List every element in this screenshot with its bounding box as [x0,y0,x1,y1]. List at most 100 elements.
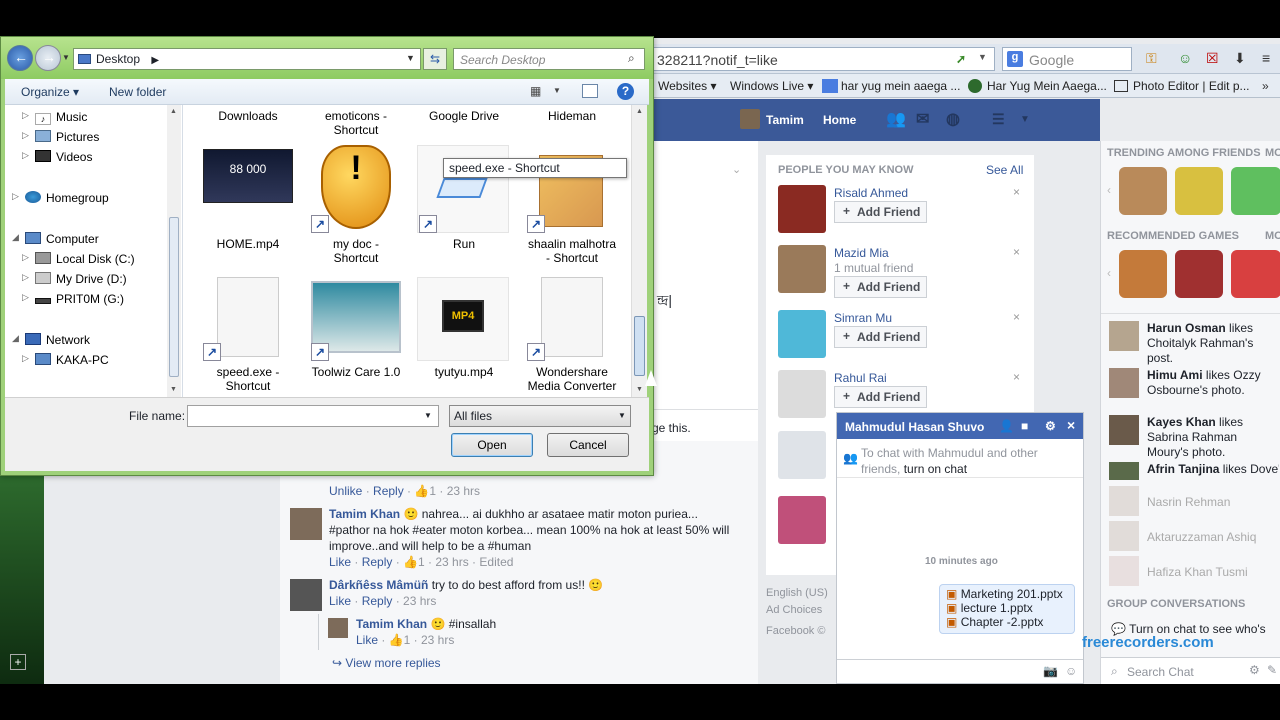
camera-icon[interactable]: 📷 [1043,664,1058,678]
avatar[interactable] [290,579,322,611]
expand-arrow-icon[interactable]: ▷ [12,191,19,202]
person-name[interactable]: Mazid Mia [834,246,889,260]
address-path[interactable]: Desktop ▶ ▼ [73,48,421,70]
trending-more[interactable]: MO [1265,147,1280,159]
path-segment[interactable]: Desktop [96,52,140,66]
expand-arrow-icon[interactable]: ▷ [22,272,29,283]
emoji-icon[interactable]: ☺ [1065,664,1077,678]
trending-game-thumb[interactable] [1175,167,1223,215]
collapse-arrow-icon[interactable]: ◢ [12,333,19,344]
fav-har-yug-1[interactable]: har yug mein aaega ... [841,79,960,93]
organize-button[interactable]: Organize ▾ [21,85,79,99]
recommended-game-thumb[interactable] [1119,250,1167,298]
new-folder-button[interactable]: New folder [109,85,166,99]
ticker-item[interactable]: Afrin Tanjina likes Dove's [1109,462,1279,480]
scroll-down-icon[interactable]: ▼ [636,386,643,393]
attachment-item[interactable]: ▣ lecture 1.pptx [946,601,1068,615]
help-icon[interactable]: ? [617,83,634,100]
chat-input[interactable]: 📷 ☺ [837,659,1083,683]
reply-link[interactable]: Reply [362,594,393,608]
tree-item-pictures[interactable]: ▷ Pictures [22,130,99,144]
chevron-down-icon[interactable]: ▼ [1020,114,1030,125]
add-friend-button[interactable]: Add Friend [834,386,928,408]
url-bar[interactable]: 328211?notif_t=like [650,47,995,71]
close-icon[interactable]: × [1013,310,1020,324]
search-chat-bar[interactable]: ⌕ Search Chat ⚙ ✎ [1101,657,1280,684]
chevron-left-icon[interactable]: ‹ [1107,183,1111,197]
ticker-name[interactable]: Harun Osman [1147,321,1226,335]
expand-arrow-icon[interactable]: ▷ [22,130,29,141]
ticker-name[interactable]: Kayes Khan [1147,415,1216,429]
preview-pane-icon[interactable] [582,84,598,98]
view-dropdown-icon[interactable]: ▼ [553,86,561,95]
gear-icon[interactable]: ⚙ [1045,419,1056,433]
games-more[interactable]: MO [1265,230,1280,242]
path-dropdown-icon[interactable]: ▼ [406,53,415,63]
person-name[interactable]: Rahul Rai [834,371,887,385]
scroll-up-icon[interactable]: ▲ [636,108,643,115]
add-friend-button[interactable]: Add Friend [834,201,928,223]
file-item-emoticons[interactable]: emoticons - Shortcut [301,109,411,137]
file-item-google-drive[interactable]: Google Drive [409,109,519,123]
go-icon[interactable]: ➚ [956,52,966,66]
ticker-name[interactable]: Himu Ami [1147,368,1203,382]
google-search-box[interactable]: g Google [1002,47,1132,71]
user-icon[interactable]: ☺ [1178,50,1192,66]
comment-author[interactable]: Tamim Khan [329,507,400,521]
fav-websites[interactable]: Websites ▾ [658,79,717,93]
gear-icon[interactable]: ⚙ [1249,663,1260,677]
file-item-wondershare[interactable]: ↗ Wondershare Media Converter [517,277,627,397]
avatar[interactable] [740,109,760,129]
tree-item-videos[interactable]: ▷ Videos [22,150,92,164]
refresh-icon[interactable]: ⇆ [423,48,447,70]
tree-item-local-disk[interactable]: ▷ Local Disk (C:) [22,252,135,266]
ticker-item[interactable]: Himu Ami likes Ozzy Osbourne's photo. [1109,368,1279,400]
close-icon[interactable]: × [1013,185,1020,199]
ticker-name[interactable]: Afrin Tanjina [1147,462,1219,476]
close-icon[interactable]: × [1013,245,1020,259]
person-name[interactable]: Simran Mu [834,311,892,325]
add-friend-icon[interactable]: 👤 [999,419,1014,433]
tree-item-music[interactable]: ▷ ♪ Music [22,110,87,125]
video-icon[interactable]: ■ [1021,419,1028,433]
turn-on-chat-link[interactable]: turn on chat [904,462,967,476]
attachment-item[interactable]: ▣ Marketing 201.pptx [946,587,1068,601]
url-dropdown-icon[interactable]: ▼ [978,52,987,62]
chevron-left-icon[interactable]: ‹ [1107,266,1111,280]
menu-icon[interactable]: ≡ [1262,50,1270,66]
file-item-tyutyu-mp4[interactable]: MP4 tyutyu.mp4 [409,277,519,397]
avatar[interactable] [778,310,826,358]
scroll-up-icon[interactable]: ▲ [170,108,177,115]
dropdown-arrow-icon[interactable]: ▼ [424,411,432,420]
footer-language[interactable]: English (US) [766,585,836,602]
file-item-home-mp4[interactable]: 88 000 HOME.mp4 [193,145,303,265]
like-link[interactable]: Like [356,633,378,647]
online-friend[interactable]: Hafiza Khan Tusmi [1147,565,1248,579]
friend-requests-icon[interactable]: 👥 [886,109,906,129]
expand-arrow-icon[interactable]: ▷ [22,353,29,364]
like-link[interactable]: Like [329,555,351,569]
add-friend-button[interactable]: Add Friend [834,326,928,348]
nav-scrollbar[interactable]: ▲ ▼ [167,105,181,397]
online-friend[interactable]: Aktaruzzaman Ashiq [1147,530,1256,544]
scroll-thumb[interactable] [169,217,179,377]
profile-link[interactable]: Tamim [766,113,804,127]
chevron-right-icon[interactable]: ▶ [151,55,159,66]
fav-windows-live[interactable]: Windows Live ▾ [730,79,813,93]
recent-pages-icon[interactable]: ▼ [62,53,70,62]
see-all-link[interactable]: See All [986,163,1023,177]
avatar[interactable] [778,496,826,544]
like-link[interactable]: Like [329,594,351,608]
attachment-item[interactable]: ▣ Chapter -2.pptx [946,615,1068,629]
trending-game-thumb[interactable] [1119,167,1167,215]
add-friend-button[interactable]: Add Friend [834,276,928,298]
file-item-speed-exe[interactable]: ↗ speed.exe - Shortcut [193,277,303,397]
file-item-toolwiz[interactable]: ↗ Toolwiz Care 1.0 [301,277,411,397]
avatar[interactable] [778,370,826,418]
view-more-replies-link[interactable]: ↪ View more replies [332,656,441,670]
download-icon[interactable]: ⬇ [1234,50,1246,67]
online-friend[interactable]: Nasrin Rehman [1147,495,1230,509]
robot-icon[interactable]: ☒ [1206,50,1219,67]
file-scrollbar[interactable]: ▲ ▼ [631,105,647,397]
avatar[interactable] [290,508,322,540]
